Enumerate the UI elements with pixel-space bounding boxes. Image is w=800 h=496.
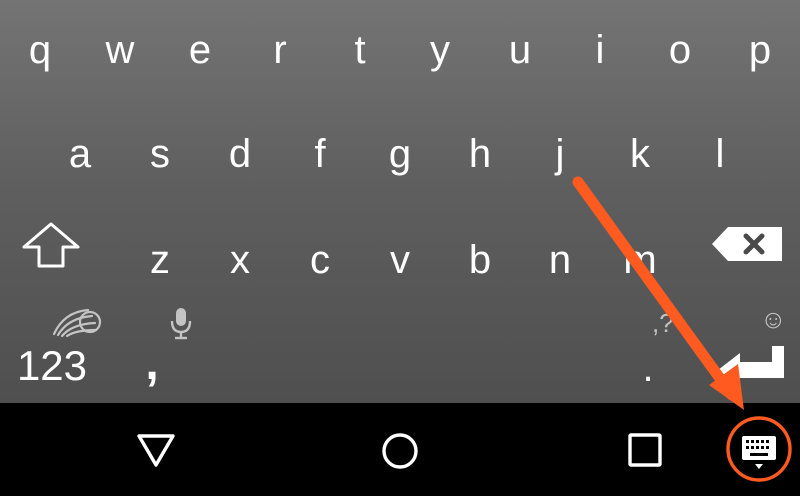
key-p[interactable]: p xyxy=(720,20,800,80)
key-h[interactable]: h xyxy=(440,124,520,184)
key-i[interactable]: i xyxy=(560,20,640,80)
shift-arrow-icon xyxy=(22,222,80,268)
shift-key[interactable] xyxy=(18,220,84,275)
back-triangle-icon xyxy=(137,434,175,467)
key-a[interactable]: a xyxy=(40,124,120,184)
key-g[interactable]: g xyxy=(360,124,440,184)
key-e[interactable]: e xyxy=(160,20,240,80)
key-r[interactable]: r xyxy=(240,20,320,80)
backspace-icon xyxy=(712,227,782,261)
keyboard-switch-icon xyxy=(726,416,792,482)
enter-key[interactable] xyxy=(714,342,788,393)
keyboard-area: q w e r t y u i o p a s d f g h j k l z … xyxy=(0,0,800,403)
key-d[interactable]: d xyxy=(200,124,280,184)
backspace-key[interactable] xyxy=(710,224,786,269)
key-x[interactable]: x xyxy=(200,230,280,290)
keyboard-switch-button[interactable] xyxy=(724,414,794,489)
back-button[interactable] xyxy=(134,429,178,474)
recents-button[interactable] xyxy=(626,431,664,474)
home-button[interactable] xyxy=(380,431,420,476)
recents-square-icon xyxy=(628,433,662,467)
key-k[interactable]: k xyxy=(600,124,680,184)
key-o[interactable]: o xyxy=(640,20,720,80)
home-circle-icon xyxy=(382,433,418,469)
key-l[interactable]: l xyxy=(680,124,760,184)
key-c[interactable]: c xyxy=(280,230,360,290)
punctuation-hint: ,? xyxy=(652,308,674,338)
period-key[interactable]: . xyxy=(608,338,688,398)
swiftkey-logo-icon xyxy=(52,308,102,338)
key-n[interactable]: n xyxy=(520,230,600,290)
key-j[interactable]: j xyxy=(520,124,600,184)
key-f[interactable]: f xyxy=(280,124,360,184)
comma-key[interactable]: , xyxy=(112,334,192,394)
key-s[interactable]: s xyxy=(120,124,200,184)
key-z[interactable]: z xyxy=(120,230,200,290)
key-q[interactable]: q xyxy=(0,20,80,80)
navigation-bar xyxy=(0,403,800,496)
emoji-hint-icon: ☺ xyxy=(760,304,787,334)
key-u[interactable]: u xyxy=(480,20,560,80)
key-v[interactable]: v xyxy=(360,230,440,290)
numbers-key[interactable]: 123 xyxy=(0,336,104,396)
key-t[interactable]: t xyxy=(320,20,400,80)
enter-icon xyxy=(718,346,784,387)
key-m[interactable]: m xyxy=(600,230,680,290)
key-y[interactable]: y xyxy=(400,20,480,80)
key-b[interactable]: b xyxy=(440,230,520,290)
key-w[interactable]: w xyxy=(80,20,160,80)
